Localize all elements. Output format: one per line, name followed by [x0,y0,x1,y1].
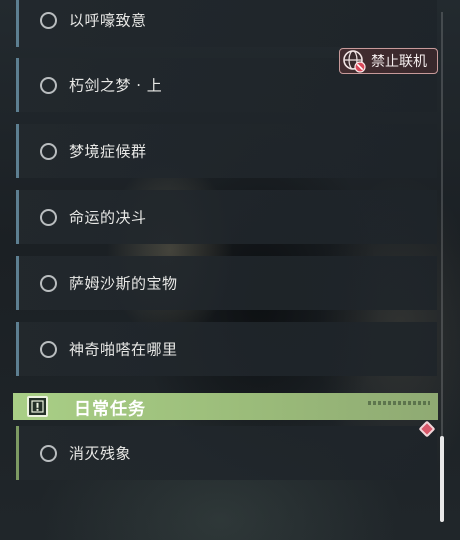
quest-status-circle-icon [40,208,57,226]
quest-status-circle-icon [40,76,57,94]
quest-label: 命运的决斗 [69,208,147,227]
quest-status-circle-icon [40,340,57,358]
exclamation-icon [27,396,48,417]
quest-status-circle-icon [40,142,57,160]
quest-item[interactable]: 神奇啪嗒在哪里 [16,322,437,376]
scrollbar-thumb[interactable] [440,436,444,522]
quest-label: 梦境症候群 [69,142,147,161]
quest-label: 神奇啪嗒在哪里 [69,340,178,359]
quest-label: 朽剑之梦 · 上 [69,76,163,95]
daily-quests-header[interactable]: 日常任务 [13,393,438,420]
quest-item[interactable]: 以呼嚎致意 [16,0,437,47]
quest-label: 消灭残象 [69,444,132,463]
no-multiplayer-label: 禁止联机 [371,54,427,70]
quest-status-circle-icon [40,11,57,29]
quest-label: 以呼嚎致意 [69,11,147,30]
no-multiplayer-badge: 禁止联机 [339,48,438,74]
quest-status-circle-icon [40,274,57,292]
no-multiplayer-icon [342,49,366,73]
quest-list-screen: 以呼嚎致意 朽剑之梦 · 上 梦境症候群 命运的决斗 萨姆沙斯的宝物 神奇啪嗒在… [0,0,460,540]
daily-quest-item[interactable]: 消灭残象 [16,426,437,480]
quest-label: 萨姆沙斯的宝物 [69,274,178,293]
quest-item[interactable]: 梦境症候群 [16,124,437,178]
quest-item[interactable]: 命运的决斗 [16,190,437,244]
daily-quests-title: 日常任务 [74,399,146,419]
header-decoration [368,401,430,405]
quest-item[interactable]: 萨姆沙斯的宝物 [16,256,437,310]
quest-status-circle-icon [40,444,57,462]
